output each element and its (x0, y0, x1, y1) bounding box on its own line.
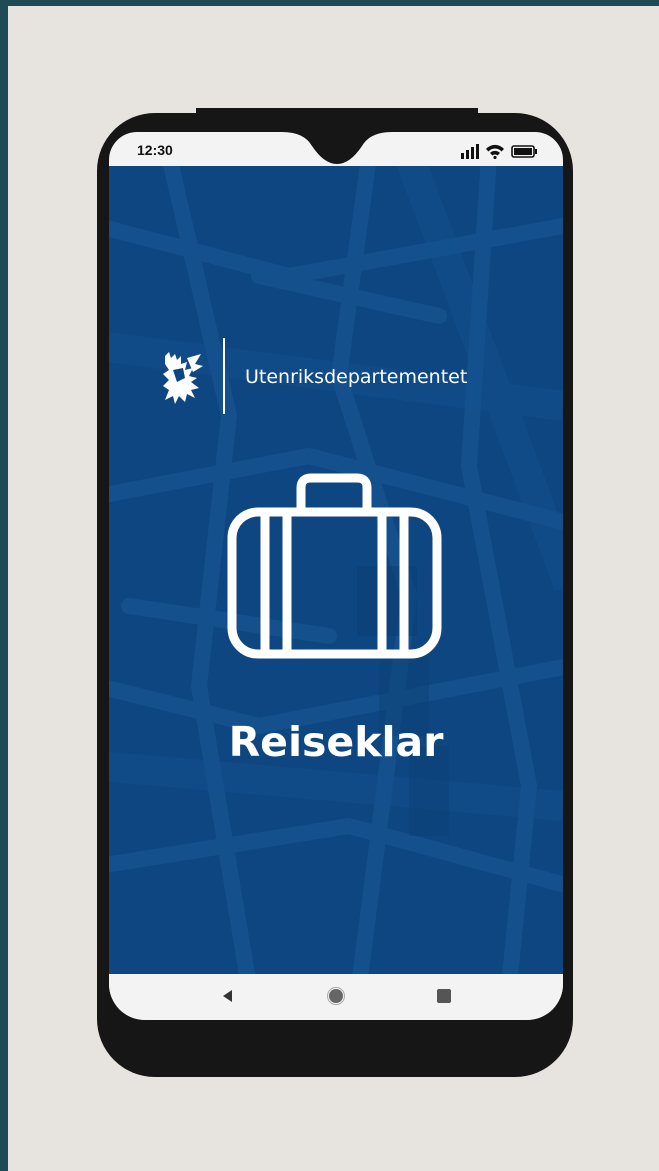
app-title: Reiseklar (228, 718, 444, 766)
logo-divider (223, 338, 225, 414)
coat-of-arms-icon (163, 352, 203, 404)
suitcase-icon (227, 473, 442, 659)
splash-screen: Utenriksdepartementet Reiseklar (109, 166, 563, 974)
wifi-icon (486, 144, 504, 159)
recents-icon[interactable] (434, 986, 454, 1006)
phone-screen: 12:30 Utenriksdepartementet Reiseklar (109, 132, 563, 1020)
battery-icon (511, 145, 537, 158)
navigation-bar (109, 974, 563, 1020)
ministry-name: Utenriksdepartementet (245, 366, 468, 388)
status-bar: 12:30 (109, 132, 563, 166)
status-icons (461, 144, 537, 159)
status-time: 12:30 (137, 142, 173, 158)
back-icon[interactable] (218, 986, 238, 1006)
ministry-logo: Utenriksdepartementet (161, 338, 511, 418)
home-icon[interactable] (326, 986, 346, 1006)
signal-icon (461, 144, 479, 159)
